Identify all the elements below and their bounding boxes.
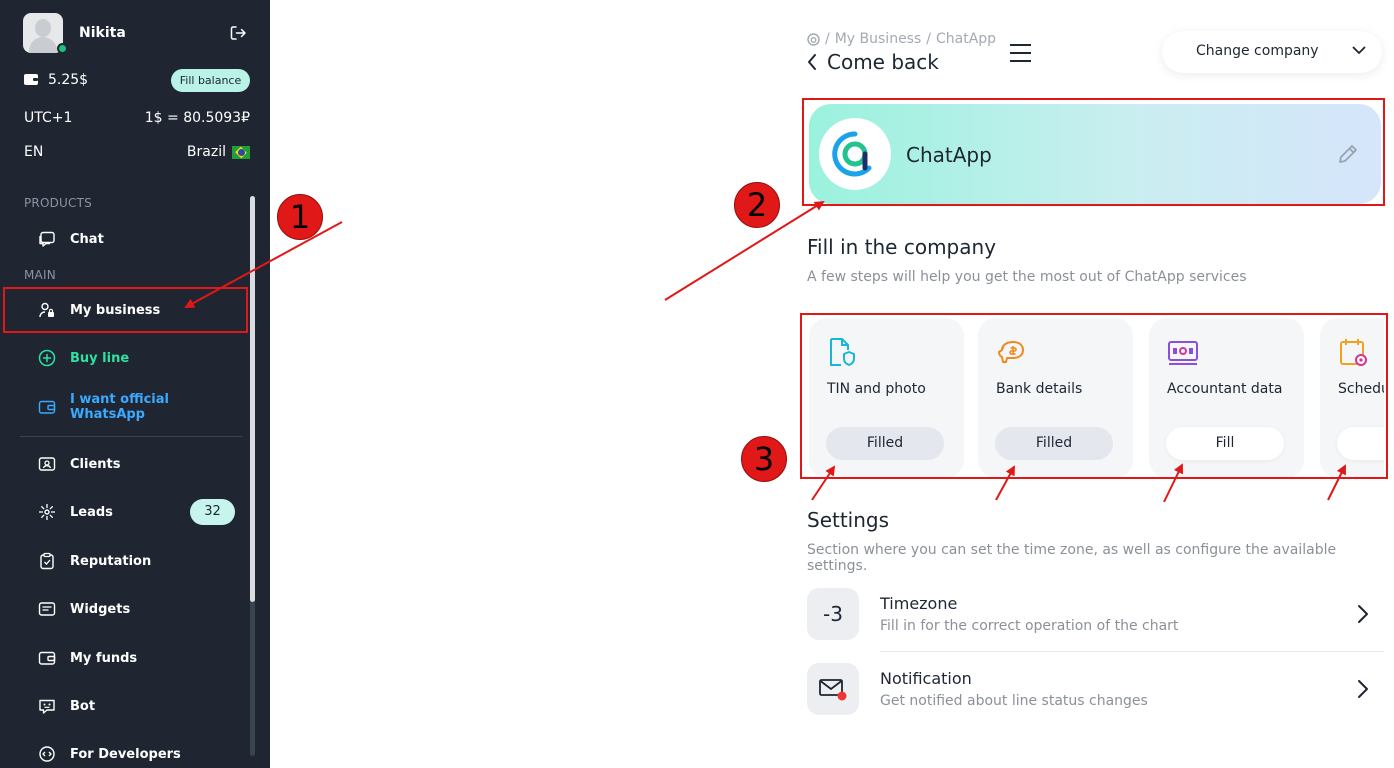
sidebar-item-buy-line[interactable]: Buy line [8, 339, 244, 377]
setting-title: Timezone [880, 594, 958, 613]
main-section-label: MAIN [24, 268, 56, 282]
products-section-label: PRODUCTS [24, 196, 92, 210]
app-root: Nikita 5.25$ Fill balance UTC+1 1$ = 80.… [0, 0, 1394, 768]
balance-amount: 5.25$ [48, 72, 89, 88]
plus-circle-icon [38, 349, 56, 367]
annotation-number-2: 2 [734, 182, 780, 228]
sidebar-item-label: Reputation [70, 553, 152, 569]
annotation-number-1: 1 [277, 194, 323, 240]
online-status-dot [57, 43, 68, 54]
bot-icon [38, 697, 56, 715]
timezone-offset-badge: -3 [807, 588, 859, 640]
sidebar-scrollbar[interactable] [250, 196, 255, 756]
mail-alert-icon [807, 663, 859, 715]
chevron-left-icon [808, 54, 816, 70]
funds-icon [38, 649, 56, 667]
leads-icon [38, 503, 56, 521]
change-company-label: Change company [1196, 43, 1319, 59]
notification-setting-row[interactable]: Notification Get notified about line sta… [807, 663, 1384, 737]
back-label: Come back [827, 50, 939, 74]
sidebar-item-label: Widgets [70, 601, 131, 617]
setting-description: Get notified about line status changes [880, 693, 1148, 709]
language-country-row: EN Brazil [24, 144, 250, 160]
sidebar-item-chat[interactable]: Chat [8, 220, 244, 258]
breadcrumb: / My Business / ChatApp [807, 31, 996, 47]
widget-icon [38, 600, 56, 618]
settings-subtitle: Section where you can set the time zone,… [807, 542, 1337, 574]
sidebar-item-label: For Developers [70, 746, 181, 762]
breadcrumb-chatapp: ChatApp [936, 31, 997, 47]
chevron-down-icon [1352, 46, 1366, 54]
sidebar-item-for-developers[interactable]: For Developers [8, 735, 244, 768]
annotation-box-fill-steps [800, 313, 1388, 479]
wallet-icon [24, 74, 38, 85]
settings-divider [880, 651, 1384, 652]
country-label: Brazil [186, 144, 226, 160]
setting-description: Fill in for the correct operation of the… [880, 618, 1179, 634]
leads-count-badge: 32 [190, 499, 235, 525]
timezone-label[interactable]: UTC+1 [24, 110, 72, 126]
language-selector[interactable]: EN [24, 144, 43, 160]
fill-section-title: Fill in the company [807, 235, 997, 259]
username: Nikita [79, 25, 126, 41]
contact-card-icon [38, 455, 56, 473]
sidebar-item-label: Bot [70, 698, 96, 714]
annotation-number-3: 3 [741, 436, 787, 482]
logout-icon[interactable] [229, 24, 247, 42]
sidebar-divider [20, 436, 243, 437]
exchange-rate: 1$ = 80.5093₽ [144, 110, 250, 126]
menu-icon[interactable] [1010, 44, 1031, 62]
sidebar: Nikita 5.25$ Fill balance UTC+1 1$ = 80.… [0, 0, 270, 768]
home-icon[interactable] [807, 32, 820, 46]
brazil-flag-icon [232, 145, 250, 159]
fill-balance-button[interactable]: Fill balance [171, 69, 250, 92]
sidebar-item-label: Chat [70, 231, 104, 247]
wallet-icon [38, 398, 56, 416]
chevron-right-icon [1358, 605, 1368, 623]
annotation-box-my-business [3, 287, 248, 333]
scrollbar-thumb[interactable] [250, 196, 255, 602]
fill-section-subtitle: A few steps will help you get the most o… [807, 269, 1247, 285]
sidebar-item-bot[interactable]: Bot [8, 687, 244, 725]
country-selector[interactable]: Brazil [187, 144, 250, 160]
sidebar-item-label: Clients [70, 456, 121, 472]
sidebar-item-label: Leads [70, 504, 113, 520]
chevron-right-icon [1358, 680, 1368, 698]
chat-icon [38, 230, 56, 248]
sidebar-item-label: My funds [70, 650, 138, 666]
sidebar-item-widgets[interactable]: Widgets [8, 590, 244, 628]
setting-title: Notification [880, 669, 972, 688]
developers-icon [38, 745, 56, 763]
sidebar-item-clients[interactable]: Clients [8, 445, 244, 483]
sidebar-item-official-whatsapp[interactable]: I want official WhatsApp [8, 388, 244, 426]
back-button[interactable]: Come back [807, 50, 939, 74]
settings-title: Settings [807, 508, 890, 532]
change-company-select[interactable]: Change company [1162, 31, 1382, 73]
sidebar-item-leads[interactable]: Leads 32 [8, 493, 244, 531]
annotation-box-company-card [802, 98, 1385, 206]
timezone-rate-row: UTC+1 1$ = 80.5093₽ [24, 110, 250, 126]
clipboard-icon [38, 552, 56, 570]
sidebar-item-reputation[interactable]: Reputation [8, 542, 244, 580]
sidebar-item-my-funds[interactable]: My funds [8, 639, 244, 677]
breadcrumb-my-business[interactable]: My Business [835, 31, 922, 47]
sidebar-item-label: I want official WhatsApp [70, 392, 169, 422]
sidebar-item-label: Buy line [70, 350, 130, 366]
